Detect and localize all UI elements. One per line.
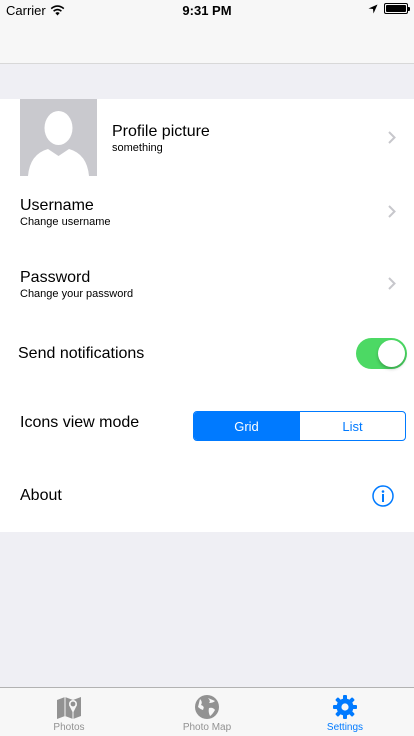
gear-icon [332, 693, 358, 721]
username-subtitle: Change username [20, 216, 111, 228]
username-title: Username [20, 197, 94, 214]
about-row[interactable]: About [0, 477, 414, 517]
status-right [368, 3, 410, 14]
tab-photo-map-label: Photo Map [182, 722, 232, 733]
avatar [20, 99, 97, 176]
globe-icon [194, 693, 220, 721]
battery-icon [384, 3, 410, 14]
notifications-row: Send notifications [0, 334, 414, 374]
status-time: 9:31 PM [182, 3, 232, 18]
tab-photo-map[interactable]: Photo Map [138, 688, 276, 736]
profile-picture-row[interactable]: Profile picture something [0, 99, 414, 176]
view-mode-label: Icons view mode [20, 414, 140, 431]
chevron-right-icon [388, 277, 396, 290]
notifications-switch[interactable] [356, 338, 407, 369]
tab-photos-label: Photos [53, 722, 85, 733]
view-mode-row: Icons view mode Grid List [0, 406, 414, 446]
navigation-bar [0, 20, 414, 64]
password-row[interactable]: Password Change your password [0, 263, 414, 313]
person-silhouette-icon [28, 111, 89, 176]
password-title: Password [20, 269, 91, 286]
location-arrow-icon [368, 4, 378, 13]
map-pin-icon [55, 693, 83, 721]
notifications-label: Send notifications [18, 345, 145, 362]
chevron-right-icon [388, 131, 396, 144]
status-bar: Carrier 9:31 PM [0, 0, 414, 20]
profile-picture-subtitle: something [112, 142, 163, 154]
info-icon[interactable] [372, 485, 394, 507]
settings-table: Profile picture something Username Chang… [0, 99, 414, 532]
profile-picture-title: Profile picture [112, 123, 210, 140]
tab-settings[interactable]: Settings [276, 688, 414, 736]
segment-list[interactable]: List [299, 412, 405, 440]
about-label: About [20, 487, 62, 504]
chevron-right-icon [388, 205, 396, 218]
tab-photos[interactable]: Photos [0, 688, 138, 736]
tab-bar: Photos Photo Map Settings [0, 687, 414, 736]
segment-grid[interactable]: Grid [194, 412, 299, 440]
tab-settings-label: Settings [326, 722, 364, 733]
switch-knob [378, 340, 405, 367]
username-row[interactable]: Username Change username [0, 191, 414, 241]
view-mode-segmented-control: Grid List [193, 411, 406, 441]
battery-fill [386, 5, 406, 12]
settings-screen: Carrier 9:31 PM Profile picture somethin… [0, 0, 414, 736]
password-subtitle: Change your password [20, 288, 134, 300]
